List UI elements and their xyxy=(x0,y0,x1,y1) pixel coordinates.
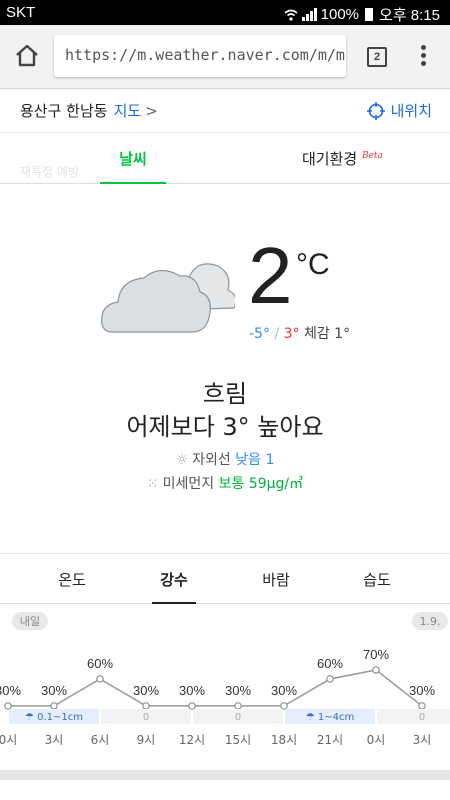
high-temp: 3° xyxy=(283,326,300,342)
uv-index: ☼ 자외선 낮음 1 xyxy=(0,449,450,469)
precip-point xyxy=(4,702,12,710)
map-link[interactable]: 지도 xyxy=(114,102,142,120)
day-marker-label: 내일 xyxy=(20,614,40,628)
uv-value: 낮음 1 xyxy=(235,452,275,468)
crosshair-icon xyxy=(366,101,385,120)
x-tick-label: 3시 xyxy=(413,733,432,747)
url-text: https://m.weather.naver.com/m/m xyxy=(65,46,345,64)
amount-band-label: ☂ 1~4cm xyxy=(306,712,355,723)
ghost-text: 재특정 예방 xyxy=(20,165,80,179)
next-card xyxy=(0,780,450,800)
tab-air-label: 대기환경 xyxy=(302,150,358,168)
wifi-icon xyxy=(284,9,298,21)
x-tick-label: 0시 xyxy=(0,733,17,747)
tab-air-quality[interactable]: 대기환경 Beta xyxy=(302,148,383,169)
home-icon[interactable] xyxy=(14,43,40,69)
sun-icon: ☼ xyxy=(175,452,189,468)
signal-icon xyxy=(301,8,317,21)
x-tick-label: 3시 xyxy=(45,733,64,747)
low-temp: -5° xyxy=(249,326,270,342)
x-tick-label: 12시 xyxy=(179,733,205,747)
precip-point xyxy=(280,702,288,710)
precip-point xyxy=(50,702,58,710)
amount-band-label: 0 xyxy=(419,712,425,723)
precip-point xyxy=(372,666,380,674)
next-section-strip xyxy=(0,770,450,800)
chevron-right-icon: > xyxy=(145,102,158,120)
location-name: 용산구 한남동 xyxy=(20,102,108,120)
battery-percent: 100% xyxy=(320,6,360,23)
precip-point xyxy=(96,675,104,683)
precip-point xyxy=(142,702,150,710)
precip-value-label: 30% xyxy=(133,683,159,698)
precipitation-chart-svg: 내일 1.9. 30% 30% 60% 30% 30% 30% 30% 60% 70% 30% ☂ 0.… xyxy=(0,612,450,747)
dust-label: 미세먼지 xyxy=(162,476,215,492)
battery-icon xyxy=(365,8,374,21)
amount-band-label: 0 xyxy=(143,712,149,723)
beta-badge: Beta xyxy=(361,151,383,161)
temperature-unit: °C xyxy=(296,248,330,281)
precip-value-label: 30% xyxy=(409,683,435,698)
location: 용산구 한남동 지도 > xyxy=(20,100,158,121)
forecast-tabs: 온도 강수 바람 습도 xyxy=(0,554,450,604)
location-bar: 용산구 한남동 지도 > 내위치 xyxy=(0,89,450,133)
precip-point xyxy=(188,702,196,710)
uv-label: 자외선 xyxy=(192,452,231,468)
tab-wind[interactable]: 바람 xyxy=(246,569,306,590)
weather-condition: 흐림 xyxy=(202,380,248,408)
precip-value-label: 30% xyxy=(0,683,21,698)
x-tick-label: 6시 xyxy=(91,733,110,747)
precip-point xyxy=(418,702,426,710)
day-marker-label: 1.9. xyxy=(420,615,441,628)
dust-icon: ⁙ xyxy=(146,476,159,492)
precip-value-label: 30% xyxy=(225,683,251,698)
tab-humidity[interactable]: 습도 xyxy=(347,569,407,590)
temperature-range: -5° / 3° 체감 1° xyxy=(249,323,350,343)
precip-value-label: 30% xyxy=(179,683,205,698)
dust-value: 보통 59μg/㎥ xyxy=(218,476,304,492)
status-right: 100% 오후 8:15 xyxy=(284,4,440,25)
amount-band xyxy=(377,709,450,724)
my-location-button[interactable]: 내위치 xyxy=(366,100,432,121)
precip-line xyxy=(8,669,423,707)
feels-like: 체감 1° xyxy=(303,326,351,342)
current-temperature: 2 xyxy=(248,231,293,320)
tab-precipitation[interactable]: 강수 xyxy=(144,569,204,604)
precip-point xyxy=(326,675,334,683)
amount-band-label: 0 xyxy=(235,712,241,723)
precip-value-label: 70% xyxy=(363,647,389,662)
precip-value-label: 30% xyxy=(271,683,297,698)
status-bar: SKT 100% 오후 8:15 xyxy=(0,0,450,25)
precipitation-chart[interactable]: 내일 1.9. 30% 30% 60% 30% 30% 30% 30% 60% 70% 30% ☂ 0.… xyxy=(0,605,450,770)
x-tick-label: 18시 xyxy=(271,733,297,747)
carrier-label: SKT xyxy=(6,4,36,21)
x-tick-label: 21시 xyxy=(317,733,343,747)
fine-dust: ⁙ 미세먼지 보통 59μg/㎥ xyxy=(0,473,450,493)
x-tick-label: 0시 xyxy=(367,733,386,747)
precip-value-label: 30% xyxy=(41,683,67,698)
tab-weather[interactable]: 날씨 xyxy=(100,148,166,184)
x-tick-label: 15시 xyxy=(225,733,251,747)
x-tick-label: 9시 xyxy=(137,733,156,747)
cloudy-icon xyxy=(101,263,235,333)
precip-value-label: 60% xyxy=(317,656,343,671)
clock: 오후 8:15 xyxy=(379,7,440,24)
more-menu-icon[interactable] xyxy=(418,45,428,69)
browser-toolbar: https://m.weather.naver.com/m/m 2 xyxy=(0,25,450,89)
tab-temperature[interactable]: 온도 xyxy=(42,569,102,590)
precip-value-label: 60% xyxy=(87,656,113,671)
tab-switcher-button[interactable]: 2 xyxy=(367,47,387,67)
range-separator: / xyxy=(274,326,280,342)
url-field[interactable]: https://m.weather.naver.com/m/m xyxy=(54,35,346,77)
amount-band-label: ☂ 0.1~1cm xyxy=(25,712,83,723)
my-location-label: 내위치 xyxy=(390,102,432,120)
precip-point xyxy=(234,702,242,710)
yesterday-comparison: 어제보다 3° 높아요 xyxy=(126,413,324,441)
